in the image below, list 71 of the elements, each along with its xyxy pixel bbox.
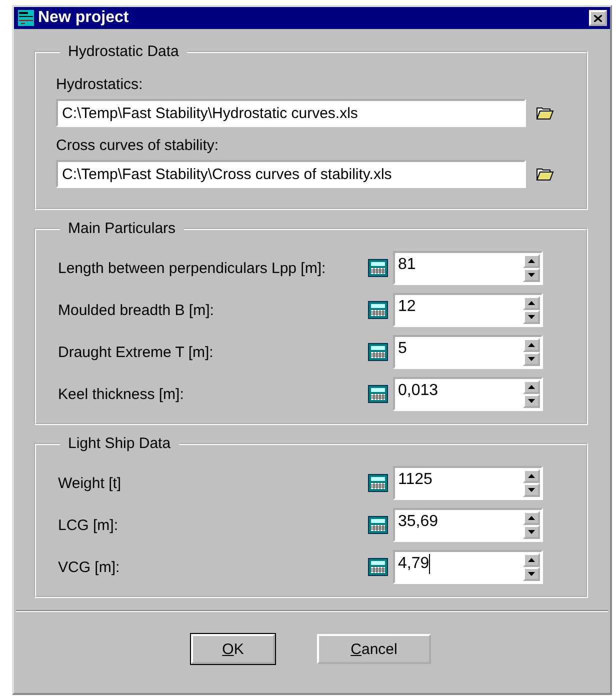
spin-up-button[interactable] <box>523 380 540 394</box>
field-label: LCG [m]: <box>57 516 120 534</box>
calculator-icon[interactable] <box>368 385 388 403</box>
number-spinner[interactable]: 1125 <box>393 466 543 500</box>
group-title: Light Ship Data <box>67 435 172 452</box>
number-spinner[interactable]: 12 <box>393 293 543 327</box>
up-arrow-icon <box>528 558 535 562</box>
field-label: Length between perpendiculars Lpp [m]: <box>57 260 327 276</box>
down-arrow-icon <box>528 530 535 534</box>
down-arrow-icon <box>528 399 535 403</box>
group-title: Main Particulars <box>67 220 177 237</box>
spin-up-button[interactable] <box>523 511 540 525</box>
field-label: Draught Extreme T [m]: <box>57 344 214 360</box>
calculator-icon[interactable] <box>368 343 388 361</box>
down-arrow-icon <box>528 273 535 277</box>
spin-up-button[interactable] <box>523 254 540 268</box>
spinner-value: 4,79 <box>398 554 430 574</box>
up-arrow-icon <box>528 259 535 263</box>
dialog-button[interactable]: OK <box>191 634 275 664</box>
number-spinner[interactable]: 5 <box>393 335 543 369</box>
spinner-value: 35,69 <box>398 512 440 532</box>
up-arrow-icon <box>528 385 535 389</box>
down-arrow-icon <box>528 572 535 576</box>
up-arrow-icon <box>528 474 535 478</box>
spin-down-button[interactable] <box>523 310 540 324</box>
calculator-icon[interactable] <box>368 516 388 534</box>
number-spinner[interactable]: 4,79 <box>393 550 543 584</box>
down-arrow-icon <box>528 315 535 319</box>
field-label: Hydrostatics: <box>56 76 144 93</box>
calculator-icon[interactable] <box>368 301 388 319</box>
up-arrow-icon <box>528 516 535 520</box>
app-icon <box>17 10 35 26</box>
window-title: New project <box>38 9 130 27</box>
number-spinner[interactable]: 0,013 <box>393 377 543 411</box>
spinner-value: 81 <box>398 255 417 275</box>
spin-down-button[interactable] <box>523 567 540 581</box>
spin-down-button[interactable] <box>523 394 540 408</box>
group-title: Hydrostatic Data <box>67 43 180 60</box>
spin-up-button[interactable] <box>523 338 540 352</box>
spinner-value: 0,013 <box>398 381 440 401</box>
dialog-button[interactable]: Cancel <box>317 634 431 664</box>
number-spinner[interactable]: 81 <box>393 251 543 285</box>
spinner-value: 12 <box>398 297 417 317</box>
calculator-icon[interactable] <box>368 558 388 576</box>
up-arrow-icon <box>528 301 535 305</box>
spin-down-button[interactable] <box>523 268 540 282</box>
up-arrow-icon <box>528 343 535 347</box>
down-arrow-icon <box>528 357 535 361</box>
field-label: Weight [t] <box>57 474 122 492</box>
folder-icon[interactable] <box>536 167 554 181</box>
close-icon <box>594 14 602 22</box>
spin-down-button[interactable] <box>523 352 540 366</box>
spin-up-button[interactable] <box>523 553 540 567</box>
spinner-value: 5 <box>398 339 408 359</box>
spin-down-button[interactable] <box>523 483 540 497</box>
spin-down-button[interactable] <box>523 525 540 539</box>
field-label: VCG [m]: <box>57 558 121 576</box>
field-label: Keel thickness [m]: <box>57 386 185 402</box>
calculator-icon[interactable] <box>368 259 388 277</box>
number-spinner[interactable]: 35,69 <box>393 508 543 542</box>
calculator-icon[interactable] <box>368 474 388 492</box>
field-label: Cross curves of stability: <box>56 137 220 154</box>
spin-up-button[interactable] <box>523 296 540 310</box>
spin-up-button[interactable] <box>523 469 540 483</box>
close-button[interactable] <box>589 10 607 26</box>
down-arrow-icon <box>528 488 535 492</box>
file-path-field[interactable]: C:\Temp\Fast Stability\Cross curves of stability.xls <box>56 160 526 188</box>
spinner-value: 1125 <box>398 470 434 490</box>
folder-icon[interactable] <box>536 106 554 120</box>
file-path-field[interactable]: C:\Temp\Fast Stability\Hydrostatic curves.xls <box>56 99 526 127</box>
field-label: Moulded breadth B [m]: <box>57 302 215 318</box>
